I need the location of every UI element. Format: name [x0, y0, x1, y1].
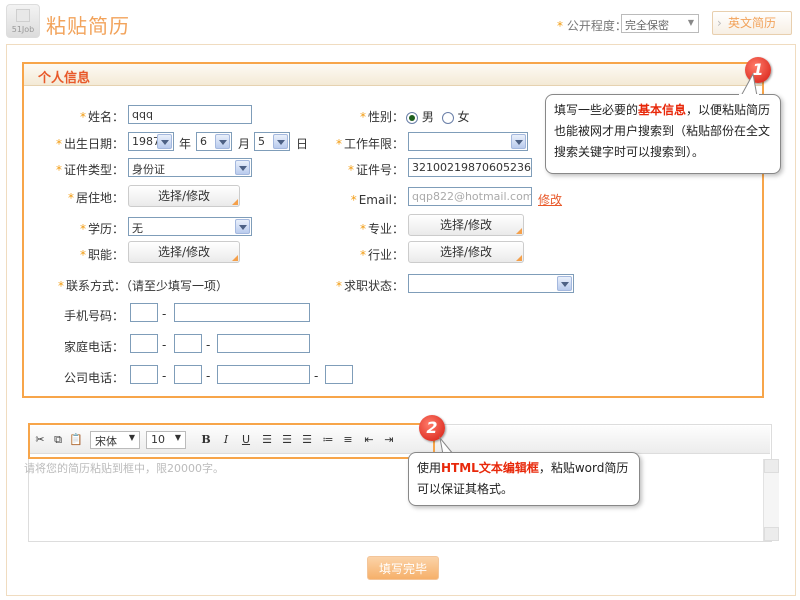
birth-day-select[interactable]: 5 — [254, 132, 290, 151]
major-label: * 专业： — [359, 222, 404, 236]
dash: - — [162, 338, 167, 352]
chevron-down-icon — [215, 134, 230, 149]
page-title: 粘贴简历 — [46, 14, 130, 38]
callout-pointer-1 — [739, 72, 759, 98]
chevron-down-icon — [273, 134, 288, 149]
office-extension-input[interactable] — [325, 365, 353, 384]
mobile-number-input[interactable] — [174, 303, 310, 322]
work-years-label: * 工作年限： — [335, 137, 404, 151]
email-change-link[interactable]: 修改 — [538, 191, 562, 208]
font-size-select[interactable]: 10 ▼ — [146, 431, 186, 449]
align-left-icon[interactable]: ☰ — [260, 432, 274, 448]
chevron-down-icon — [557, 276, 572, 291]
site-logo: 51Job — [6, 4, 40, 38]
chevron-down-icon: ▼ — [687, 18, 694, 27]
gender-options: 男 女 — [406, 108, 470, 125]
birth-month-select[interactable]: 6 — [196, 132, 232, 151]
gender-label: * 性别： — [359, 110, 404, 124]
residence-label: * 居住地： — [67, 191, 124, 205]
scroll-down-icon[interactable] — [764, 527, 779, 541]
major-select-button[interactable]: 选择/修改 — [408, 214, 524, 236]
year-unit: 年 — [179, 137, 192, 151]
mobile-prefix-input[interactable] — [130, 303, 158, 322]
gender-female-radio[interactable] — [441, 111, 454, 124]
id-number-label: * 证件号： — [347, 163, 404, 177]
birth-year-select[interactable]: 1987 — [128, 132, 174, 151]
home-country-code-input[interactable] — [130, 334, 158, 353]
dash: - — [314, 369, 319, 383]
dash: - — [206, 338, 211, 352]
info-tip-callout: 填写一些必要的基本信息，以便粘贴简历也能被网才用户搜索到（粘贴部份在全文搜索关键… — [545, 94, 781, 174]
office-area-code-input[interactable] — [174, 365, 202, 384]
editor-scrollbar[interactable] — [763, 459, 779, 541]
home-area-code-input[interactable] — [174, 334, 202, 353]
id-type-label: * 证件类型： — [55, 163, 124, 177]
finish-button[interactable]: 填写完毕 — [367, 556, 439, 580]
personal-info-header — [24, 64, 762, 86]
visibility-label: * 公开程度： — [557, 19, 627, 33]
residence-select-button[interactable]: 选择/修改 — [128, 185, 240, 207]
cut-icon[interactable]: ✂ — [33, 432, 47, 448]
italic-icon[interactable]: I — [219, 432, 233, 448]
personal-info-title: 个人信息 — [38, 71, 91, 86]
function-label: * 职能： — [79, 248, 124, 262]
dash: - — [162, 307, 167, 321]
job-status-select[interactable] — [408, 274, 574, 293]
industry-label: * 行业： — [359, 248, 404, 262]
paste-icon[interactable]: 📋 — [69, 432, 83, 448]
month-unit: 月 — [238, 137, 251, 151]
unordered-list-icon[interactable]: ≡ — [341, 432, 355, 448]
dash: - — [162, 369, 167, 383]
day-unit: 日 — [296, 137, 309, 151]
education-select[interactable]: 无 — [128, 217, 252, 236]
chevron-down-icon: ▼ — [128, 433, 135, 442]
english-resume-button[interactable]: 英文简历 — [712, 11, 792, 35]
indent-icon[interactable]: ⇥ — [382, 432, 396, 448]
name-label: * 姓名： — [79, 110, 124, 124]
chevron-down-icon — [235, 160, 250, 175]
chevron-down-icon — [235, 219, 250, 234]
mobile-label: 手机号码： — [63, 309, 124, 323]
industry-select-button[interactable]: 选择/修改 — [408, 241, 524, 263]
function-select-button[interactable]: 选择/修改 — [128, 241, 240, 263]
office-country-code-input[interactable] — [130, 365, 158, 384]
home-phone-label: 家庭电话： — [63, 340, 124, 354]
email-label: * Email： — [350, 193, 404, 207]
logo-icon — [16, 9, 30, 22]
birth-label: * 出生日期： — [55, 137, 124, 151]
visibility-select[interactable]: 完全保密 ▼ — [621, 14, 699, 33]
job-status-label: * 求职状态： — [335, 279, 404, 293]
office-phone-label: 公司电话： — [63, 371, 124, 385]
scroll-up-icon[interactable] — [764, 459, 779, 473]
education-label: * 学历： — [79, 222, 124, 236]
align-right-icon[interactable]: ☰ — [300, 432, 314, 448]
outdent-icon[interactable]: ⇤ — [362, 432, 376, 448]
office-number-input[interactable] — [217, 365, 310, 384]
work-years-select[interactable] — [408, 132, 528, 151]
font-family-select[interactable]: 宋体 ▼ — [90, 431, 140, 449]
id-type-select[interactable]: 身份证 — [128, 158, 252, 177]
name-input[interactable]: qqq — [128, 105, 252, 124]
contact-label: * 联系方式：（请至少填写一项） — [58, 279, 229, 293]
id-number-input[interactable]: 321002198706052360 — [408, 158, 532, 177]
underline-icon[interactable]: U — [239, 432, 253, 448]
chevron-down-icon — [511, 134, 526, 149]
bold-icon[interactable]: B — [199, 432, 213, 448]
chevron-down-icon: ▼ — [174, 433, 181, 442]
gender-male-radio[interactable] — [406, 111, 418, 124]
chevron-down-icon — [157, 134, 172, 149]
home-number-input[interactable] — [217, 334, 310, 353]
align-center-icon[interactable]: ☰ — [280, 432, 294, 448]
ordered-list-icon[interactable]: ≔ — [321, 432, 335, 448]
resume-editor-textarea[interactable]: 请将您的简历粘贴到框中，限20000字。 — [22, 458, 772, 542]
email-input[interactable]: qqp822@hotmail.com — [408, 187, 532, 206]
copy-icon[interactable]: ⧉ — [51, 432, 65, 448]
editor-tip-callout: 使用HTML文本编辑框，粘贴word简历可以保证其格式。 — [408, 452, 640, 506]
dash: - — [206, 369, 211, 383]
